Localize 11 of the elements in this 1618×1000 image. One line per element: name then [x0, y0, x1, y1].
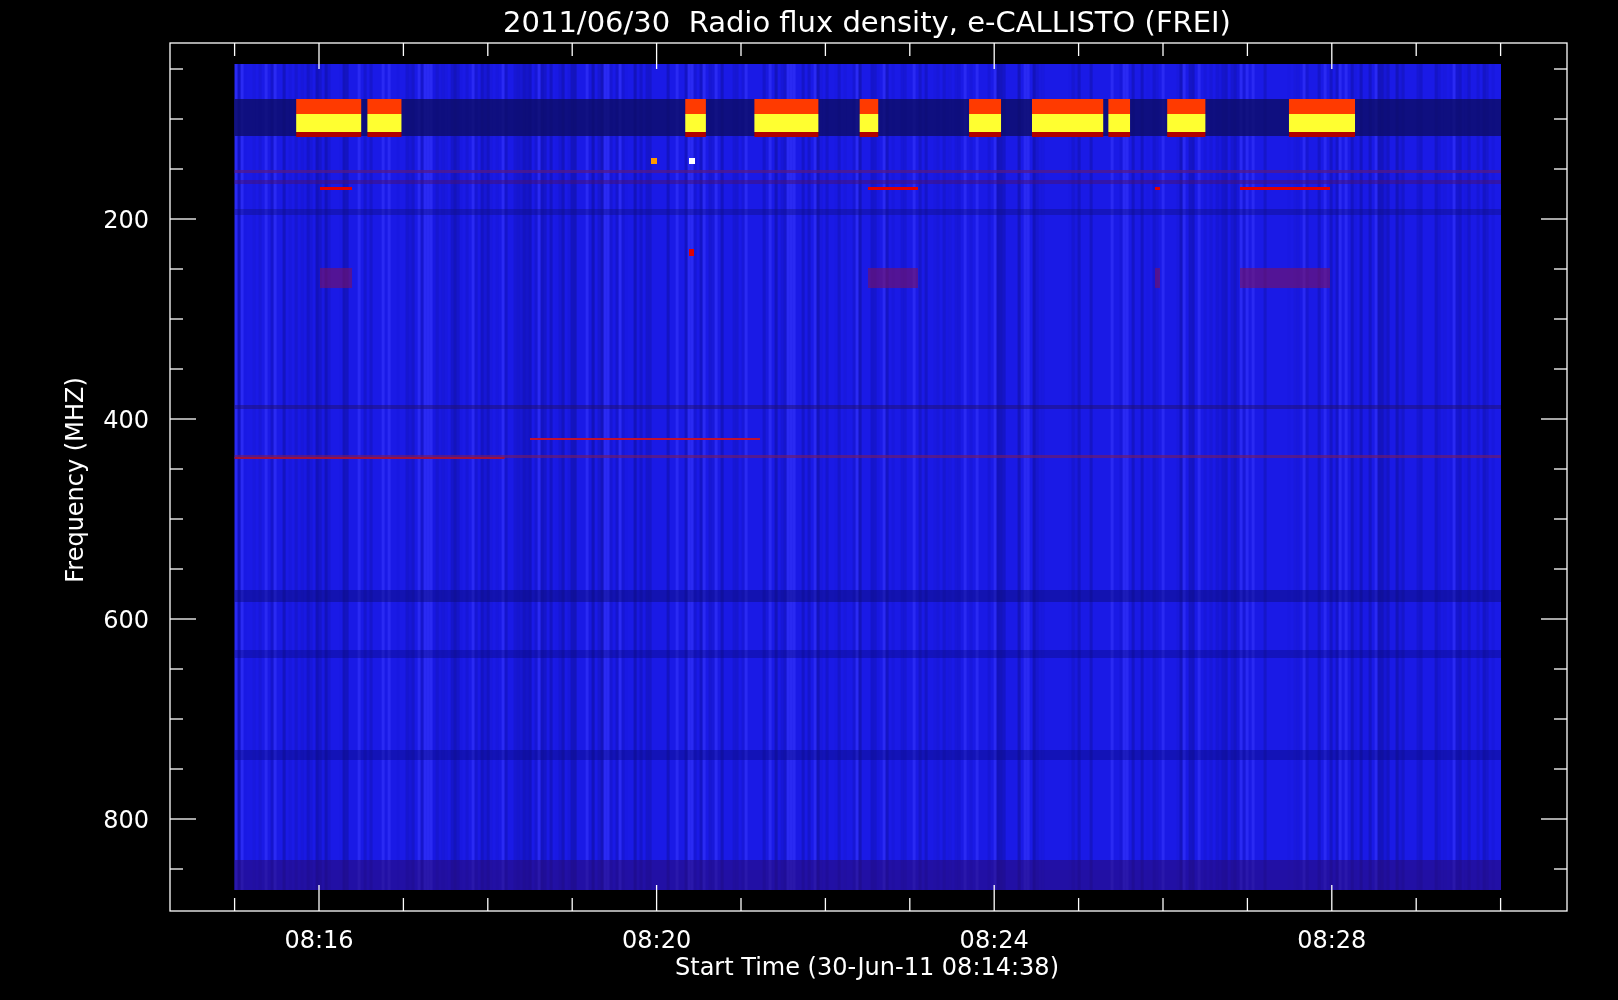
x-tick-label: 08:28 [1297, 926, 1367, 954]
y-tick-label: 800 [103, 806, 149, 834]
x-tick-label: 08:24 [959, 926, 1029, 954]
y-axis-label: Frequency (MHZ) [61, 377, 89, 583]
y-tick-label: 400 [103, 406, 149, 434]
x-tick-label: 08:16 [284, 926, 354, 954]
x-tick-label: 08:20 [622, 926, 692, 954]
y-tick-label: 200 [103, 206, 149, 234]
plot-title: 2011/06/30 Radio flux density, e-CALLISTO (FREI) [503, 5, 1231, 39]
y-tick-label: 600 [103, 606, 149, 634]
x-axis-label: Start Time (30-Jun-11 08:14:38) [675, 953, 1059, 981]
